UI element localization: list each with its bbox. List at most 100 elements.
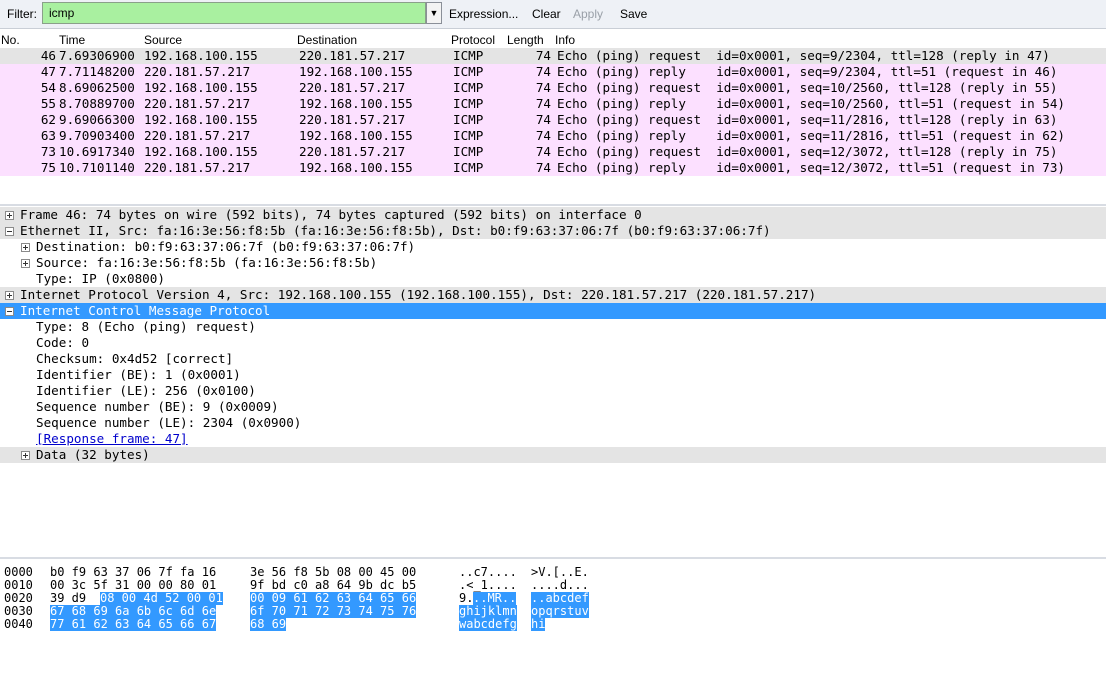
packet-no: 47 (40, 64, 56, 79)
packet-no: 55 (40, 96, 56, 111)
packet-length: 74 (535, 144, 551, 159)
column-header-no[interactable]: No. (1, 33, 20, 47)
packet-row[interactable]: 73 10.6917340 192.168.100.155 220.181.57… (0, 144, 1106, 160)
packet-time: 10.6917340 (59, 144, 135, 159)
packet-source: 220.181.57.217 (144, 128, 251, 143)
packet-no: 62 (40, 112, 56, 127)
packet-row[interactable]: 47 7.71148200 220.181.57.217 192.168.100… (0, 64, 1106, 80)
packet-protocol: ICMP (453, 80, 484, 95)
apply-button[interactable]: Apply (573, 7, 603, 21)
tree-item-icmp[interactable]: Internet Control Message Protocol (0, 303, 1106, 319)
packet-source: 220.181.57.217 (144, 64, 251, 79)
packet-source: 192.168.100.155 (144, 144, 258, 159)
tree-item-icmp-seq-le[interactable]: Sequence number (LE): 2304 (0x0900) (0, 415, 1106, 431)
packet-list-header: No. Time Source Destination Protocol Len… (0, 32, 1106, 48)
pane-splitter[interactable] (0, 204, 1106, 206)
packet-row[interactable]: 75 10.7101140 220.181.57.217 192.168.100… (0, 160, 1106, 176)
tree-item-frame[interactable]: Frame 46: 74 bytes on wire (592 bits), 7… (0, 207, 1106, 223)
collapse-minus-icon[interactable] (5, 227, 14, 236)
tree-item-data[interactable]: Data (32 bytes) (0, 447, 1106, 463)
column-header-length[interactable]: Length (507, 33, 544, 47)
column-header-info[interactable]: Info (555, 33, 575, 47)
tree-item-label: Sequence number (LE): 2304 (0x0900) (36, 415, 302, 430)
packet-row[interactable]: 63 9.70903400 220.181.57.217 192.168.100… (0, 128, 1106, 144)
packet-no: 63 (40, 128, 56, 143)
tree-item-icmp-type[interactable]: Type: 8 (Echo (ping) request) (0, 319, 1106, 335)
packet-row[interactable]: 55 8.70889700 220.181.57.217 192.168.100… (0, 96, 1106, 112)
packet-destination: 192.168.100.155 (299, 96, 413, 111)
packet-destination: 220.181.57.217 (299, 48, 406, 63)
tree-item-label: Type: IP (0x0800) (36, 271, 165, 286)
tree-item-response-frame[interactable]: [Response frame: 47] (0, 431, 1106, 447)
packet-destination: 192.168.100.155 (299, 64, 413, 79)
packet-destination: 220.181.57.217 (299, 144, 406, 159)
packet-destination: 220.181.57.217 (299, 80, 406, 95)
tree-item-icmp-seq-be[interactable]: Sequence number (BE): 9 (0x0009) (0, 399, 1106, 415)
packet-length: 74 (535, 80, 551, 95)
packet-protocol: ICMP (453, 96, 484, 111)
tree-item-label: Source: fa:16:3e:56:f8:5b (fa:16:3e:56:f… (36, 255, 378, 270)
tree-item-label: Identifier (BE): 1 (0x0001) (36, 367, 241, 382)
tree-item-label: Identifier (LE): 256 (0x0100) (36, 383, 256, 398)
expand-plus-icon[interactable] (5, 291, 14, 300)
collapse-minus-icon[interactable] (5, 307, 14, 316)
hex-bytes-selected: 68 69 (250, 617, 287, 631)
column-header-protocol[interactable]: Protocol (451, 33, 495, 47)
column-header-source[interactable]: Source (144, 33, 182, 47)
tree-item-label: Destination: b0:f9:63:37:06:7f (b0:f9:63… (36, 239, 416, 254)
response-frame-link[interactable]: [Response frame: 47] (36, 431, 188, 447)
tree-item-eth-destination[interactable]: Destination: b0:f9:63:37:06:7f (b0:f9:63… (0, 239, 1106, 255)
packet-protocol: ICMP (453, 64, 484, 79)
tree-item-icmp-code[interactable]: Code: 0 (0, 335, 1106, 351)
packet-time: 8.70889700 (59, 96, 135, 111)
column-header-destination[interactable]: Destination (297, 33, 357, 47)
packet-info: Echo (ping) request id=0x0001, seq=10/25… (557, 80, 1058, 95)
tree-item-icmp-id-be[interactable]: Identifier (BE): 1 (0x0001) (0, 367, 1106, 383)
tree-item-label: Ethernet II, Src: fa:16:3e:56:f8:5b (fa:… (20, 223, 771, 238)
packet-length: 74 (535, 48, 551, 63)
clear-button[interactable]: Clear (532, 7, 561, 21)
packet-time: 9.70903400 (59, 128, 135, 143)
filter-toolbar: Filter: icmp ▼ Expression... Clear Apply… (0, 0, 1106, 29)
tree-item-ipv4[interactable]: Internet Protocol Version 4, Src: 192.16… (0, 287, 1106, 303)
packet-protocol: ICMP (453, 160, 484, 175)
tree-item-label: Checksum: 0x4d52 [correct] (36, 351, 234, 366)
expand-plus-icon[interactable] (5, 211, 14, 220)
filter-dropdown-arrow-icon[interactable]: ▼ (426, 2, 442, 24)
column-header-time[interactable]: Time (59, 33, 85, 47)
tree-item-label: Internet Protocol Version 4, Src: 192.16… (20, 287, 817, 302)
hex-row[interactable]: 0040 77 61 62 63 64 65 66 67 68 69 wabcd… (0, 618, 1106, 631)
tree-item-label: Type: 8 (Echo (ping) request) (36, 319, 256, 334)
filter-input[interactable]: icmp (42, 2, 426, 24)
tree-item-ethernet[interactable]: Ethernet II, Src: fa:16:3e:56:f8:5b (fa:… (0, 223, 1106, 239)
packet-time: 7.69306900 (59, 48, 135, 63)
packet-no: 46 (40, 48, 56, 63)
packet-row[interactable]: 46 7.69306900 192.168.100.155 220.181.57… (0, 48, 1106, 64)
packet-no: 73 (40, 144, 56, 159)
packet-time: 8.69062500 (59, 80, 135, 95)
tree-item-label: Internet Control Message Protocol (20, 303, 271, 318)
save-button[interactable]: Save (620, 7, 647, 21)
hex-bytes-selected: 77 61 62 63 64 65 66 67 (50, 617, 217, 631)
packet-destination: 220.181.57.217 (299, 112, 406, 127)
expression-button[interactable]: Expression... (449, 7, 518, 21)
tree-item-eth-type[interactable]: Type: IP (0x0800) (0, 271, 1106, 287)
expand-plus-icon[interactable] (21, 259, 30, 268)
packet-row[interactable]: 54 8.69062500 192.168.100.155 220.181.57… (0, 80, 1106, 96)
tree-item-icmp-checksum[interactable]: Checksum: 0x4d52 [correct] (0, 351, 1106, 367)
packet-length: 74 (535, 96, 551, 111)
tree-item-label: Code: 0 (36, 335, 90, 350)
packet-length: 74 (535, 128, 551, 143)
packet-info: Echo (ping) reply id=0x0001, seq=12/3072… (557, 160, 1065, 175)
tree-item-icmp-id-le[interactable]: Identifier (LE): 256 (0x0100) (0, 383, 1106, 399)
filter-input-value[interactable]: icmp (49, 6, 74, 20)
packet-protocol: ICMP (453, 112, 484, 127)
expand-plus-icon[interactable] (21, 451, 30, 460)
pane-splitter[interactable] (0, 557, 1106, 559)
ascii-bytes-selected: hi (531, 617, 546, 631)
packet-row[interactable]: 62 9.69066300 192.168.100.155 220.181.57… (0, 112, 1106, 128)
packet-info: Echo (ping) request id=0x0001, seq=11/28… (557, 112, 1058, 127)
expand-plus-icon[interactable] (21, 243, 30, 252)
packet-info: Echo (ping) request id=0x0001, seq=9/230… (557, 48, 1050, 63)
tree-item-eth-source[interactable]: Source: fa:16:3e:56:f8:5b (fa:16:3e:56:f… (0, 255, 1106, 271)
